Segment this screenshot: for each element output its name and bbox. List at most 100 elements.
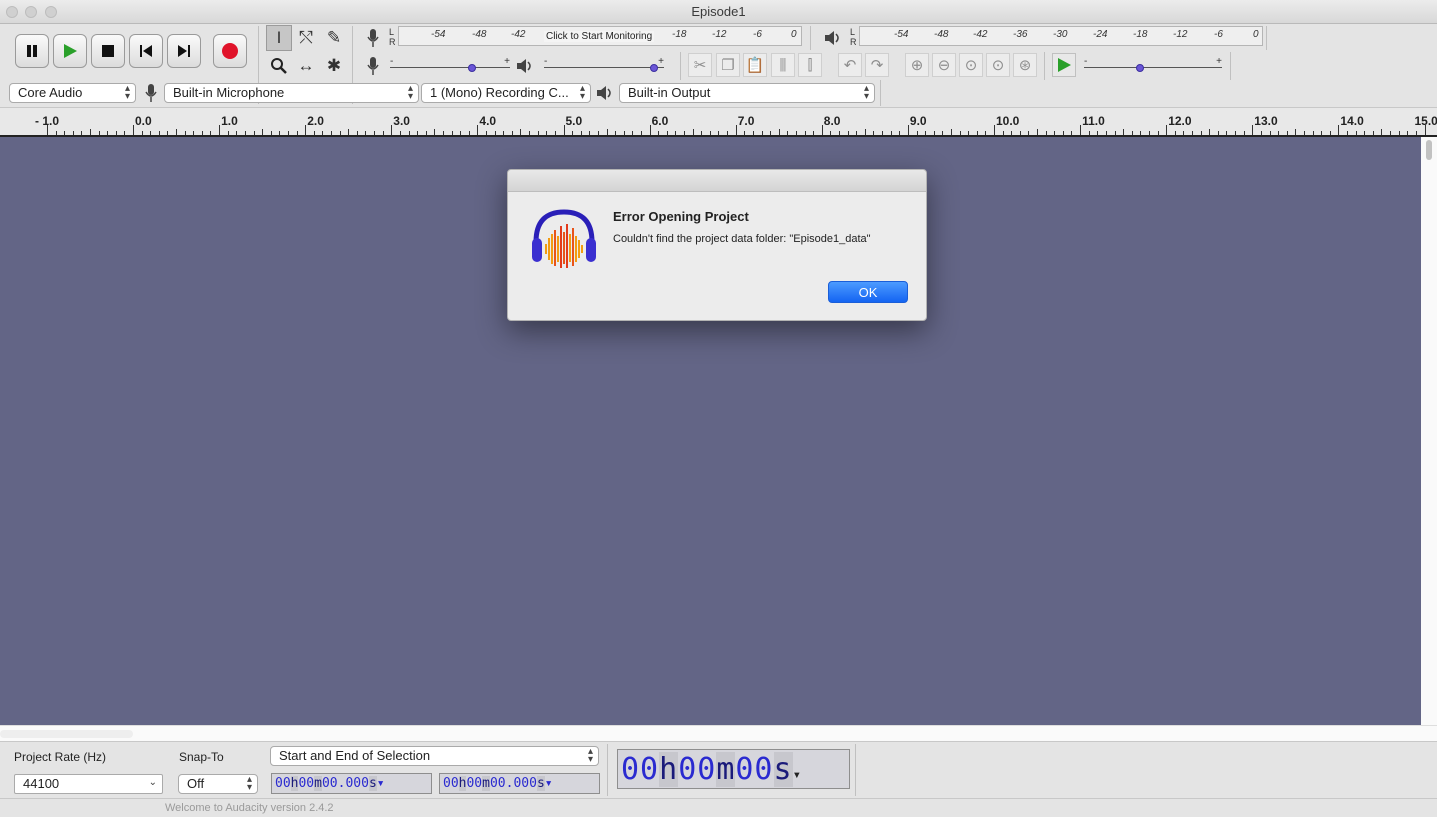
skip-to-start-button[interactable] [129,34,163,68]
recording-meter[interactable]: -54 -48 -42 Click to Start Monitoring -1… [398,26,802,46]
record-meter-button[interactable] [360,25,386,51]
ruler-tick [55,131,57,135]
audio-position-time[interactable]: 00h00m00s▾ [617,749,850,789]
skip-to-end-button[interactable] [167,34,201,68]
microphone-icon [367,57,379,75]
recording-volume-knob[interactable] [467,64,476,72]
playback-volume-slider[interactable]: - + [544,56,664,74]
ruler-tick [503,131,505,135]
selection-end-time[interactable]: 00h00m00.000s▾ [439,773,600,794]
ruler-tick [417,131,419,135]
ruler-tick [589,131,591,135]
ruler-tick [907,125,909,135]
format-menu-icon[interactable]: ▾ [377,776,385,791]
ruler-tick [356,131,358,135]
time-shift-tool-button[interactable]: ↔ [293,53,319,79]
time-minutes: 00 [466,776,483,791]
click-to-start-monitoring[interactable]: Click to Start Monitoring [544,31,655,42]
redo-button[interactable]: ↷ [865,53,889,77]
audio-host-select[interactable]: Core Audio ▴ ▾ [9,83,136,103]
meter-right-channel-label: R [389,37,396,47]
slider-min-label: - [544,56,548,67]
playback-meter[interactable]: -54 -48 -42 -36 -30 -24 -18 -12 -6 0 [859,26,1263,46]
selection-tool-button[interactable]: I [266,25,292,51]
undo-button[interactable]: ↶ [838,53,862,77]
ruler-tick [1105,131,1107,135]
pause-button[interactable] [15,34,49,68]
ruler-tick [1355,131,1357,135]
ruler-tick [1338,125,1340,135]
multi-tool-button[interactable]: ✱ [321,53,347,79]
trim-audio-button[interactable]: ⫼ [771,53,795,77]
meter-tick: -36 [1013,29,1028,40]
ruler-tick [864,129,866,135]
ruler-label: 11.0 [1082,114,1105,128]
snap-to-select[interactable]: Off ▴ ▾ [178,774,258,794]
fit-project-button[interactable]: ⊙ [986,53,1010,77]
record-button[interactable] [213,34,247,68]
ruler-tick [1200,131,1202,135]
play-speed-slider[interactable]: - + [1084,56,1222,74]
ruler-tick [675,131,677,135]
ruler-tick [839,131,841,135]
zoom-in-button[interactable]: ⊕ [905,53,929,77]
ruler-tick [813,131,815,135]
zoom-out-button[interactable]: ⊖ [932,53,956,77]
timeline-ruler[interactable]: - 1.0 0.0 1.0 2.0 3.0 4.0 5.0 6.0 7.0 8.0 9.0 10.0 1… [0,108,1437,137]
draw-tool-button[interactable]: ✎ [321,25,347,51]
time-minutes: 00 [678,752,717,787]
input-device-select[interactable]: Built-in Microphone ▴ ▾ [164,83,419,103]
horizontal-scroll-thumb[interactable] [0,730,133,738]
paste-button[interactable]: 📋 [743,53,767,77]
ruler-tick [305,125,307,135]
ruler-tick [787,131,789,135]
meter-tick: -54 [431,29,446,40]
pause-icon [27,45,37,57]
meter-tick: -54 [894,29,909,40]
cut-button[interactable]: ✂ [688,53,712,77]
ok-button[interactable]: OK [828,281,908,303]
speaker-icon [517,59,531,73]
ruler-tick [968,131,970,135]
ruler-tick [374,131,376,135]
playback-meter-button[interactable] [820,25,846,51]
dialog-message: Couldn't find the project data folder: "… [613,233,871,245]
vertical-scrollbar[interactable] [1421,137,1437,725]
slider-max-label: + [658,56,664,67]
play-button[interactable] [53,34,87,68]
ruler-tick [1028,131,1030,135]
format-menu-icon[interactable]: ▾ [545,776,553,791]
fit-selection-button[interactable]: ⊙ [959,53,983,77]
playback-volume-knob[interactable] [649,64,658,72]
project-rate-combo[interactable]: 44100 ⌄ [14,774,163,794]
ruler-tick [331,131,333,135]
stop-button[interactable] [91,34,125,68]
channels-select[interactable]: 1 (Mono) Recording C... ▴ ▾ [421,83,591,103]
snap-to-label: Snap-To [179,750,224,764]
horizontal-scrollbar[interactable] [0,725,1437,741]
play-at-speed-button[interactable] [1052,53,1076,77]
silence-audio-button[interactable]: ⫿ [798,53,822,77]
ruler-tick [72,131,74,135]
recording-volume-slider[interactable]: - + [390,56,510,74]
ruler-tick [89,129,91,135]
ruler-tick [1303,131,1305,135]
asterisk-icon: ✱ [326,56,342,75]
selection-mode-select[interactable]: Start and End of Selection ▴ ▾ [270,746,599,766]
ruler-tick [1174,131,1176,135]
ruler-tick [899,131,901,135]
zoom-tool-button[interactable] [266,53,292,79]
ruler-tick [1166,125,1168,135]
zoom-toggle-button[interactable]: ⊛ [1013,53,1037,77]
ruler-tick [141,131,143,135]
play-speed-knob[interactable] [1136,64,1145,72]
vertical-scroll-thumb[interactable] [1426,140,1432,160]
envelope-tool-button[interactable]: ⤲ [293,25,319,51]
ruler-tick [210,131,212,135]
copy-button[interactable]: ❐ [716,53,740,77]
format-menu-icon[interactable]: ▾ [793,767,802,783]
selection-start-time[interactable]: 00h00m00.000s▾ [271,773,432,794]
ruler-tick [150,131,152,135]
speaker-icon [825,31,839,45]
output-device-select[interactable]: Built-in Output ▴ ▾ [619,83,875,103]
